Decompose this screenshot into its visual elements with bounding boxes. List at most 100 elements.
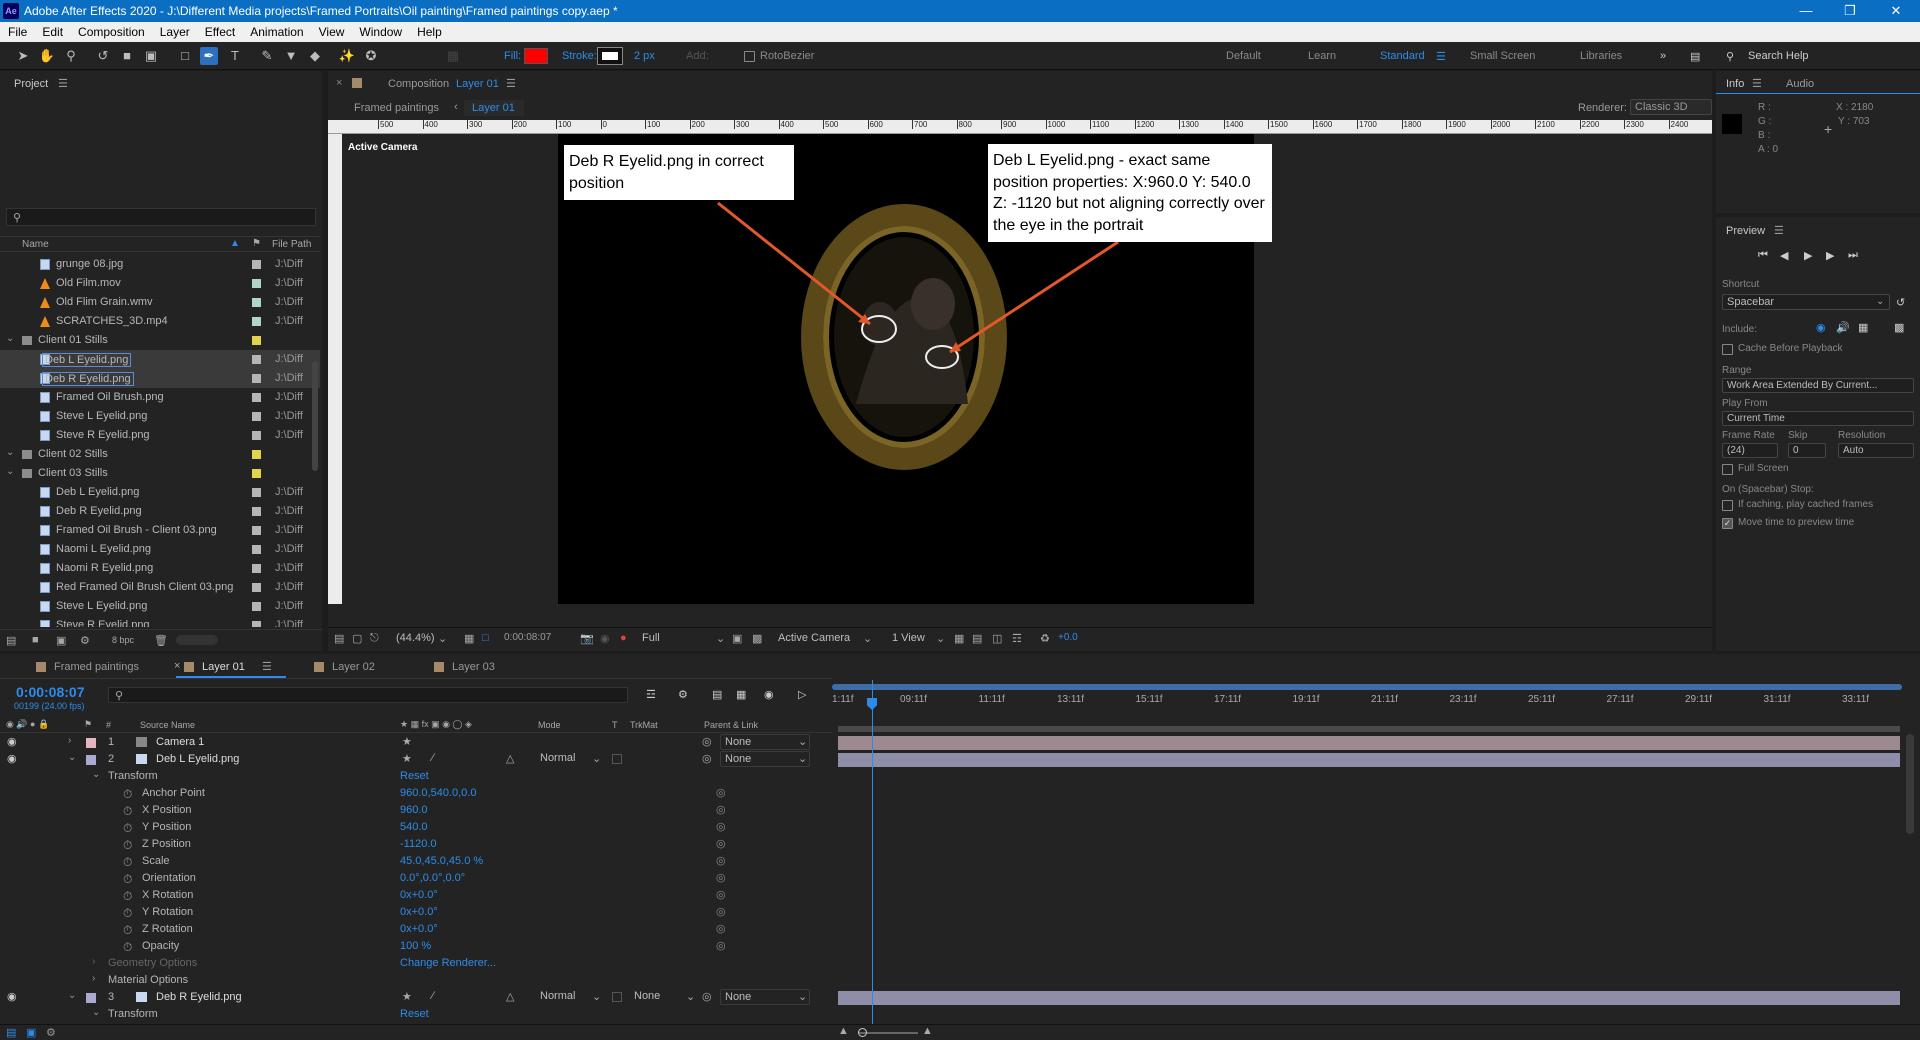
frame-blending-icon[interactable]: ▦ <box>736 688 746 701</box>
stroke-width[interactable]: 2 px <box>634 50 655 62</box>
puppet-tool-icon[interactable]: ✪ <box>362 47 380 65</box>
reset-link[interactable]: Reset <box>400 1008 429 1020</box>
label-color-swatch[interactable] <box>252 583 261 592</box>
play-icon[interactable]: ▶ <box>1804 249 1812 262</box>
label-color-swatch[interactable] <box>252 450 261 459</box>
project-item[interactable]: Steve L Eyelid.png J:\Diff <box>0 407 320 426</box>
flowchart-icon[interactable]: ☶ <box>1012 632 1022 645</box>
label-color-swatch[interactable] <box>252 507 261 516</box>
property-row[interactable]: ⏱ Opacity 100 % ◎ <box>0 938 832 955</box>
property-value[interactable]: 960.0 <box>400 804 428 816</box>
col-source-name[interactable]: Source Name <box>140 720 195 730</box>
eraser-tool-icon[interactable]: ◆ <box>306 47 324 65</box>
expression-pickwhip-icon[interactable]: ◎ <box>716 854 726 867</box>
stopwatch-icon[interactable]: ⏱ <box>123 804 132 819</box>
thumbnail-slider[interactable] <box>176 635 218 645</box>
exposure-value[interactable]: +0.0 <box>1058 632 1078 643</box>
include-overlays-icon[interactable]: ▦ <box>1858 321 1868 334</box>
timeline-icon[interactable]: ◫ <box>992 632 1002 645</box>
draft-3d-icon[interactable]: ⚙ <box>678 688 688 701</box>
label-color-swatch[interactable] <box>252 374 261 383</box>
menu-window[interactable]: Window <box>351 22 409 39</box>
full-screen-checkbox[interactable] <box>1722 464 1733 475</box>
label-color-swatch[interactable] <box>252 526 261 535</box>
motion-blur-icon[interactable]: ◉ <box>764 688 774 701</box>
layer-duration-bar[interactable] <box>838 736 1900 750</box>
property-value[interactable]: 45.0,45.0,45.0 % <box>400 855 483 867</box>
project-item[interactable]: Framed Oil Brush.png J:\Diff <box>0 388 320 407</box>
expand-layer-icon[interactable]: › <box>68 735 71 746</box>
col-name[interactable]: Name <box>22 239 49 250</box>
sync-settings-icon[interactable]: ▤ <box>1690 50 1700 63</box>
pickwhip-icon[interactable]: ◎ <box>702 990 712 1003</box>
color-channels-icon[interactable]: ● <box>620 632 627 644</box>
label-color-swatch[interactable] <box>252 393 261 402</box>
rotation-tool-icon[interactable]: ↺ <box>94 47 112 65</box>
layer-duration-bar[interactable] <box>838 753 1900 767</box>
menu-view[interactable]: View <box>311 22 352 39</box>
project-item[interactable]: Deb R Eyelid.png J:\Diff <box>0 502 320 521</box>
stroke-swatch[interactable] <box>597 47 623 65</box>
timeline-scrollbar[interactable] <box>1906 734 1914 834</box>
preserve-transparency-checkbox[interactable] <box>612 992 622 1002</box>
visibility-eye-icon[interactable]: ◉ <box>7 752 17 765</box>
stopwatch-icon[interactable]: ⏱ <box>123 940 132 955</box>
type-tool-icon[interactable]: T <box>226 47 244 65</box>
expression-pickwhip-icon[interactable]: ◎ <box>716 871 726 884</box>
time-ruler[interactable]: 1:11f 09:11f 11:11f 13:11f 15:11f 17:11f 19:11… <box>832 680 1904 726</box>
property-row[interactable]: ⏱ Orientation 0.0°,0.0°,0.0° ◎ <box>0 870 832 887</box>
quality-switch-icon[interactable]: ∕ <box>432 990 434 1002</box>
label-color-swatch[interactable] <box>252 488 261 497</box>
layer-row[interactable]: ◉ ⌄ 2 Deb L Eyelid.png ★ ∕ △ Normal ⌄ ◎ None ⌄ <box>0 751 832 768</box>
shy-switch-icon[interactable]: ★ <box>402 752 412 765</box>
workspace-default[interactable]: Default <box>1226 50 1261 62</box>
project-item[interactable]: Old Film.mov J:\Diff <box>0 274 320 293</box>
pixel-aspect-icon[interactable]: ▦ <box>954 632 964 645</box>
toggle-render-time-icon[interactable]: ⚙ <box>46 1026 56 1039</box>
lock-comp-icon[interactable] <box>352 78 362 88</box>
pen-tool-icon[interactable]: ✒ <box>200 47 218 65</box>
3d-layer-icon[interactable]: △ <box>506 990 514 1003</box>
work-area-range[interactable] <box>832 684 1902 690</box>
zoom-out-icon[interactable]: ▲ <box>838 1025 849 1037</box>
toggle-switches-icon[interactable]: ▤ <box>6 1026 16 1039</box>
close-icon[interactable]: ✕ <box>1876 2 1916 20</box>
preview-menu-icon[interactable]: ☰ <box>1774 224 1784 237</box>
label-color-swatch[interactable] <box>252 298 261 307</box>
expand-layer-icon[interactable]: ⌄ <box>68 990 76 1001</box>
project-menu-icon[interactable]: ☰ <box>58 77 68 90</box>
label-color-swatch[interactable] <box>252 317 261 326</box>
parent-dropdown[interactable]: None <box>720 734 810 750</box>
layer-label-color[interactable] <box>86 738 96 748</box>
shy-layers-icon[interactable]: ▤ <box>712 688 722 701</box>
menu-file[interactable]: File <box>0 22 34 39</box>
property-row[interactable]: ⏱ Z Rotation 0x+0.0° ◎ <box>0 921 832 938</box>
expression-pickwhip-icon[interactable]: ◎ <box>716 888 726 901</box>
layer-label-color[interactable] <box>86 993 96 1003</box>
breadcrumb-parent[interactable]: Framed paintings <box>354 102 439 114</box>
menu-composition[interactable]: Composition <box>70 22 152 39</box>
layer-row[interactable]: ◉ › 1 Camera 1 ★ ◎ None ⌄ <box>0 734 832 751</box>
layer-name[interactable]: Camera 1 <box>156 736 204 748</box>
project-item[interactable]: Framed Oil Brush - Client 03.png J:\Diff <box>0 521 320 540</box>
zoom-tool-icon[interactable]: ⚲ <box>62 47 80 65</box>
expression-pickwhip-icon[interactable]: ◎ <box>716 905 726 918</box>
first-frame-icon[interactable]: ⏮ <box>1758 249 1768 262</box>
include-audio-icon[interactable]: 🔊 <box>1836 321 1850 334</box>
label-color-swatch[interactable] <box>252 336 261 345</box>
col-file-path[interactable]: File Path <box>272 239 311 250</box>
zoom-slider-thumb[interactable] <box>858 1028 867 1037</box>
layer-name[interactable]: Deb L Eyelid.png <box>156 753 239 765</box>
minimize-icon[interactable]: — <box>1786 2 1826 20</box>
new-comp-icon[interactable]: ▣ <box>56 634 66 647</box>
project-item[interactable]: Steve R Eyelid.png J:\Diff <box>0 426 320 445</box>
3d-layer-icon[interactable]: △ <box>506 752 514 765</box>
delete-icon[interactable]: 🗑 <box>154 634 168 647</box>
roto-brush-tool-icon[interactable]: ✨ <box>338 47 356 65</box>
last-frame-icon[interactable]: ⏭ <box>1848 249 1858 262</box>
timeline-timecode[interactable]: 0:00:08:07 <box>16 684 85 700</box>
workspace-standard[interactable]: Standard <box>1380 50 1425 62</box>
search-help-input[interactable]: Search Help <box>1748 50 1809 62</box>
label-color-swatch[interactable] <box>252 431 261 440</box>
work-area-bar[interactable] <box>832 684 1902 690</box>
